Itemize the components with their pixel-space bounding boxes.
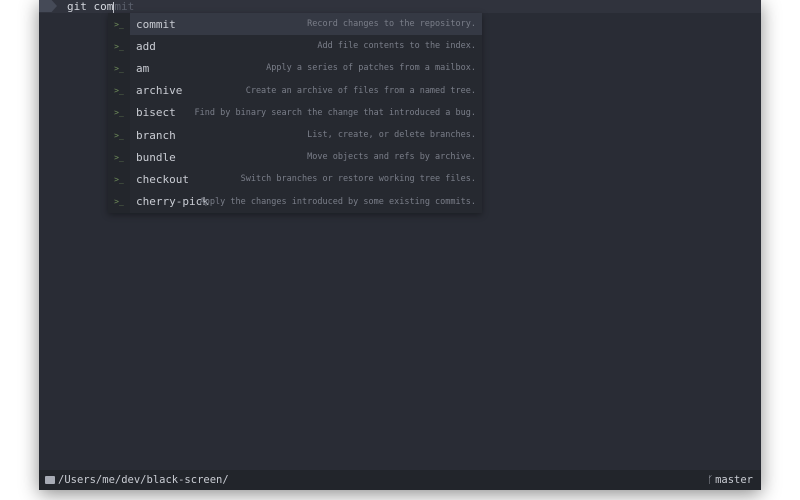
prompt-arrow-icon — [39, 0, 57, 12]
command-name: archive — [136, 84, 183, 98]
status-bar: /Users/me/dev/black-screen/ ᚴ master — [39, 470, 761, 490]
command-description: Apply the changes introduced by some exi… — [199, 196, 476, 207]
autocomplete-item-add[interactable]: >_ add Add file contents to the index. — [108, 35, 482, 58]
terminal-prompt-icon: >_ — [108, 190, 130, 213]
command-description: Switch branches or restore working tree … — [240, 174, 476, 185]
command-description: Move objects and refs by archive. — [307, 152, 476, 163]
command-name: branch — [136, 128, 176, 142]
autocomplete-item-am[interactable]: >_ am Apply a series of patches from a mai… — [108, 57, 482, 80]
command-name: am — [136, 61, 150, 75]
autocomplete-item-bisect[interactable]: >_ bisect Find by binary search the change… — [108, 101, 482, 124]
command-name: cherry-pick — [136, 195, 209, 209]
terminal-prompt-icon: >_ — [108, 57, 130, 80]
command-name: checkout — [136, 172, 189, 186]
autocomplete-item-bundle[interactable]: >_ bundle Move objects and refs by archive… — [108, 146, 482, 169]
command-description: Apply a series of patches from a mailbox… — [266, 63, 476, 74]
autocomplete-item-commit[interactable]: >_ commit Record changes to the repository… — [108, 13, 482, 36]
branch-name: master — [715, 474, 753, 486]
autocomplete-item-checkout[interactable]: >_ checkout Switch branches or restore wor… — [108, 168, 482, 191]
autocomplete-item-cherry-pick[interactable]: >_ cherry-pick Apply the changes introduce… — [108, 190, 482, 213]
command-description: Find by binary search the change that in… — [194, 107, 476, 118]
terminal-prompt-icon: >_ — [108, 13, 130, 36]
terminal-prompt-icon: >_ — [108, 168, 130, 191]
folder-icon — [45, 476, 55, 484]
autocomplete-item-branch[interactable]: >_ branch List, create, or delete branches… — [108, 123, 482, 147]
terminal-prompt-icon: >_ — [108, 123, 130, 147]
command-name: bisect — [136, 106, 176, 120]
suggestion-text: mit — [114, 0, 135, 13]
command-description: Add file contents to the index. — [317, 41, 476, 52]
terminal-prompt-icon: >_ — [108, 79, 130, 102]
command-name: commit — [136, 17, 176, 31]
terminal-prompt-icon: >_ — [108, 101, 130, 124]
branch-icon: ᚴ — [707, 474, 714, 486]
command-description: Create an archive of files from a named … — [245, 85, 476, 96]
typed-text: git com — [67, 0, 114, 13]
current-directory[interactable]: /Users/me/dev/black-screen/ — [58, 474, 229, 486]
terminal-prompt-icon: >_ — [108, 146, 130, 169]
terminal-prompt-icon: >_ — [108, 35, 130, 58]
command-description: List, create, or delete branches. — [307, 130, 476, 141]
git-branch[interactable]: ᚴ master — [707, 474, 753, 486]
autocomplete-item-archive[interactable]: >_ archive Create an archive of files from… — [108, 79, 482, 102]
command-input[interactable]: git commit — [67, 0, 134, 13]
command-name: bundle — [136, 150, 176, 164]
prompt-line[interactable]: git commit — [39, 0, 761, 13]
terminal-window: git commit >_ commit Record changes to the… — [39, 0, 761, 490]
command-name: add — [136, 39, 156, 53]
command-description: Record changes to the repository. — [307, 19, 476, 30]
autocomplete-menu: >_ commit Record changes to the repository… — [108, 13, 482, 213]
